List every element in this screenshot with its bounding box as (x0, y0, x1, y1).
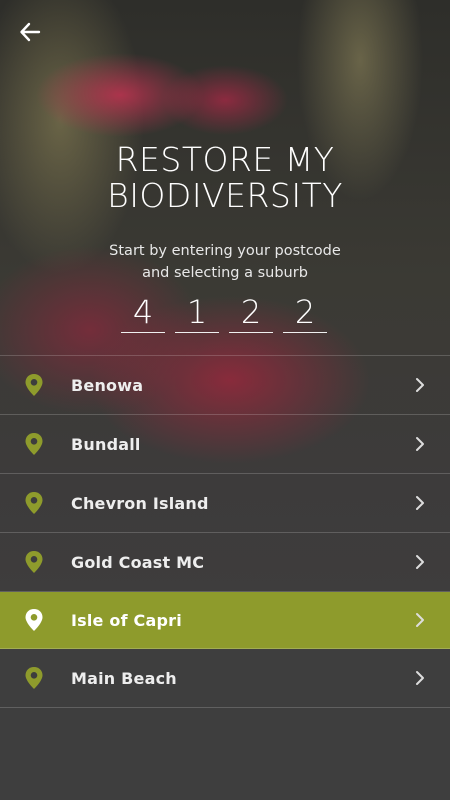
suburb-label: Bundall (71, 434, 141, 454)
page-title-line-2: BIODIVERSITY (107, 176, 343, 215)
suburb-item[interactable]: Main Beach (0, 649, 450, 708)
app-screen: RESTORE MY BIODIVERSITY Start by enterin… (0, 0, 450, 800)
suburb-item[interactable]: Bundall (0, 415, 450, 474)
chevron-right-icon (414, 436, 426, 452)
map-pin-icon (24, 550, 44, 574)
page-title-line-1: RESTORE MY (115, 140, 335, 179)
chevron-right-icon (414, 670, 426, 686)
map-pin-icon (24, 491, 44, 515)
instructions-line-2: and selecting a suburb (142, 265, 308, 281)
suburb-label: Gold Coast MC (71, 552, 205, 572)
chevron-right-icon (414, 377, 426, 393)
map-pin-icon (24, 373, 44, 397)
chevron-right-icon (414, 612, 426, 628)
page-title: RESTORE MY BIODIVERSITY (0, 142, 450, 214)
postcode-digit-3[interactable]: 2 (229, 292, 273, 333)
postcode-input[interactable]: 4 1 2 2 (121, 292, 327, 333)
suburb-label: Chevron Island (71, 493, 209, 513)
postcode-digit-4[interactable]: 2 (283, 292, 327, 333)
arrow-left-icon (20, 22, 41, 42)
suburb-item[interactable]: Chevron Island (0, 474, 450, 533)
chevron-right-icon (414, 495, 426, 511)
map-pin-icon (24, 608, 44, 632)
suburb-item[interactable]: Gold Coast MC (0, 533, 450, 592)
map-pin-icon (24, 432, 44, 456)
suburb-list: Benowa Bundall Chevron Island Gold Coast MC… (0, 355, 450, 708)
instructions-text: Start by entering your postcode and sele… (0, 240, 450, 284)
suburb-item[interactable]: Benowa (0, 356, 450, 415)
postcode-digit-2[interactable]: 1 (175, 292, 219, 333)
postcode-digit-1[interactable]: 4 (121, 292, 165, 333)
instructions-line-1: Start by entering your postcode (109, 243, 341, 259)
chevron-right-icon (414, 554, 426, 570)
suburb-label: Main Beach (71, 668, 177, 688)
suburb-item[interactable]: Isle of Capri (0, 592, 450, 649)
back-button[interactable] (14, 16, 46, 48)
suburb-label: Benowa (71, 375, 144, 395)
suburb-label: Isle of Capri (71, 610, 182, 630)
map-pin-icon (24, 666, 44, 690)
